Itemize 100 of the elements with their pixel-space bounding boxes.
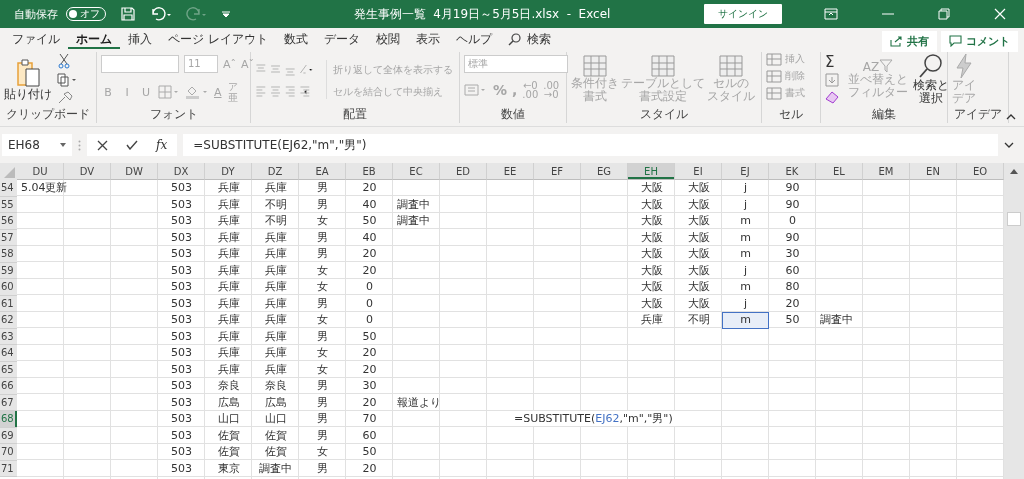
save-icon[interactable] <box>120 6 136 22</box>
column-header[interactable]: EF <box>534 163 581 180</box>
comment-button[interactable]: コメント <box>941 30 1018 52</box>
copy-icon[interactable] <box>57 73 77 87</box>
group-label: 数値 <box>500 106 526 123</box>
row-header[interactable]: 56 <box>0 213 17 230</box>
ribbon-tab[interactable]: ページ レイアウト <box>160 29 276 49</box>
ribbon-tab[interactable]: 数式 <box>275 29 316 49</box>
cancel-icon[interactable] <box>97 139 108 151</box>
row-header[interactable]: 58 <box>0 246 17 263</box>
scroll-up-icon[interactable] <box>1010 169 1018 174</box>
search-tab[interactable]: 検索 <box>499 29 559 49</box>
table-cell-text: 503 <box>170 213 193 229</box>
column-header[interactable]: DU <box>17 163 64 180</box>
ribbon-tab[interactable]: 挿入 <box>120 29 160 49</box>
column-header[interactable]: EI <box>675 163 722 180</box>
column-header[interactable]: EL <box>816 163 863 180</box>
row-header[interactable]: 62 <box>0 312 17 329</box>
column-header[interactable]: EB <box>346 163 393 180</box>
ribbon-display-icon[interactable] <box>824 8 838 20</box>
table-cell-text: 大阪 <box>639 229 664 246</box>
column-header[interactable]: EE <box>487 163 534 180</box>
share-button[interactable]: 共有 <box>882 30 937 52</box>
table-cell-text: 男 <box>316 378 329 394</box>
table-cell-text: 503 <box>170 378 193 394</box>
table-cell-text: 0 <box>365 279 374 295</box>
ribbon-tab[interactable]: ファイル <box>4 29 68 49</box>
paste-button[interactable]: 貼り付け <box>4 57 52 101</box>
column-header[interactable]: EK <box>769 163 816 180</box>
column-header[interactable]: DX <box>158 163 205 180</box>
column-header[interactable]: EO <box>957 163 1004 180</box>
table-cell-text: 兵庫 <box>639 312 664 328</box>
table-cell-text: 20 <box>361 460 378 477</box>
column-header[interactable]: EM <box>863 163 910 180</box>
column-header[interactable]: EJ <box>722 163 769 180</box>
group-label: フォント <box>148 106 199 123</box>
table-grid-icon <box>583 55 607 77</box>
table-cell-text: 大阪 <box>686 262 711 279</box>
collapse-ribbon-icon[interactable] <box>1006 114 1016 120</box>
table-cell-text: j <box>742 196 749 213</box>
format-painter-icon[interactable] <box>57 91 73 105</box>
customize-caret-icon[interactable] <box>222 10 230 18</box>
sign-in-button[interactable]: サインイン <box>704 4 782 24</box>
close-icon[interactable] <box>994 8 1006 20</box>
column-header[interactable]: EC <box>393 163 440 180</box>
table-cell-text: 兵庫 <box>216 295 241 312</box>
column-header[interactable]: EA <box>299 163 346 180</box>
ribbon-tab[interactable]: ホーム <box>68 29 120 49</box>
column-header[interactable]: EH <box>628 163 675 180</box>
table-cell-text: 80 <box>784 279 801 295</box>
expand-caret-icon[interactable] <box>1004 142 1014 148</box>
column-header[interactable]: ED <box>440 163 487 180</box>
row-header[interactable]: 66 <box>0 378 17 395</box>
name-box[interactable]: EH68 <box>2 134 72 156</box>
undo-icon[interactable] <box>150 6 172 22</box>
table-cell-text: m <box>739 229 752 246</box>
table-cell-text: 50 <box>361 444 378 460</box>
column-header[interactable]: DZ <box>252 163 299 180</box>
autosum-button[interactable]: Σ <box>825 54 835 70</box>
table-cell-text: 50 <box>361 213 378 229</box>
font-name-field[interactable] <box>101 55 179 73</box>
table-cell-text: 兵庫 <box>216 180 241 196</box>
ribbon-tab[interactable]: 校閲 <box>367 29 408 49</box>
checkmark-icon[interactable] <box>126 140 138 150</box>
table-cell-text: 40 <box>361 196 378 213</box>
formula-field[interactable]: =SUBSTITUTE(EJ62,"m","男") <box>183 134 998 156</box>
table-cell-text: 兵庫 <box>216 328 241 345</box>
redo-icon[interactable] <box>186 6 208 22</box>
table-cell-text: 503 <box>170 444 193 460</box>
ribbon-tab[interactable]: データ <box>315 29 368 49</box>
row-header[interactable]: 64 <box>0 345 17 362</box>
restore-icon[interactable] <box>938 8 950 20</box>
column-header[interactable]: DV <box>64 163 111 180</box>
row-header[interactable]: 60 <box>0 279 17 296</box>
row-header[interactable]: 68 <box>0 411 17 428</box>
column-header[interactable]: EG <box>581 163 628 180</box>
group-label: スタイル <box>639 106 689 123</box>
table-cell-text: 20 <box>361 394 378 411</box>
fill-color-icon[interactable] <box>185 85 209 99</box>
ribbon-tab[interactable]: ヘルプ <box>447 29 500 49</box>
table-cell-text: 大阪 <box>639 196 664 213</box>
table-cell-text: 503 <box>170 295 193 312</box>
cell-editor[interactable]: =SUBSTITUTE(EJ62,"m","男") <box>512 411 675 426</box>
row-header[interactable]: 54 <box>0 180 17 197</box>
table-cell-text: m <box>739 279 752 295</box>
insert-function-button[interactable]: fx <box>156 138 168 152</box>
ribbon-tab[interactable]: 表示 <box>407 29 448 49</box>
row-header[interactable]: 70 <box>0 444 17 461</box>
table-cell-text: 不明 <box>263 213 288 229</box>
column-header[interactable]: DY <box>205 163 252 180</box>
column-header[interactable]: DW <box>111 163 158 180</box>
find-select-button[interactable]: 検索と 選択 <box>913 53 949 105</box>
table-cell-text: 503 <box>170 196 193 213</box>
column-header[interactable]: EN <box>910 163 957 180</box>
autosave-label: 自動保存 <box>14 6 58 22</box>
scroll-thumb[interactable] <box>1007 212 1021 226</box>
table-cell-text: 20 <box>361 180 378 196</box>
scissors-icon[interactable] <box>57 53 71 69</box>
funnel-icon <box>879 59 894 73</box>
vertical-scrollbar[interactable] <box>1004 163 1024 479</box>
